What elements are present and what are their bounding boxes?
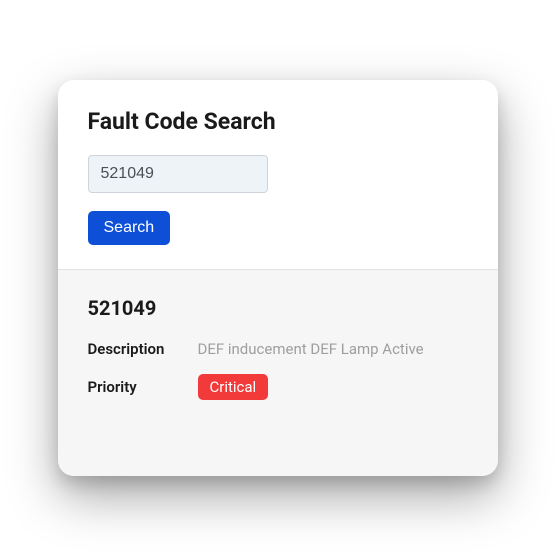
fault-code-card: Fault Code Search Search 521049 Descript… (58, 80, 498, 476)
result-code: 521049 (88, 296, 468, 320)
description-value: DEF inducement DEF Lamp Active (198, 340, 424, 358)
page-title: Fault Code Search (88, 108, 468, 135)
result-section: 521049 Description DEF inducement DEF La… (58, 270, 498, 476)
priority-label: Priority (88, 378, 198, 396)
search-button[interactable]: Search (88, 211, 171, 245)
priority-badge: Critical (198, 374, 269, 400)
priority-row: Priority Critical (88, 374, 468, 400)
description-label: Description (88, 340, 198, 358)
description-row: Description DEF inducement DEF Lamp Acti… (88, 340, 468, 358)
search-section: Fault Code Search Search (58, 80, 498, 269)
fault-code-input[interactable] (88, 155, 268, 193)
